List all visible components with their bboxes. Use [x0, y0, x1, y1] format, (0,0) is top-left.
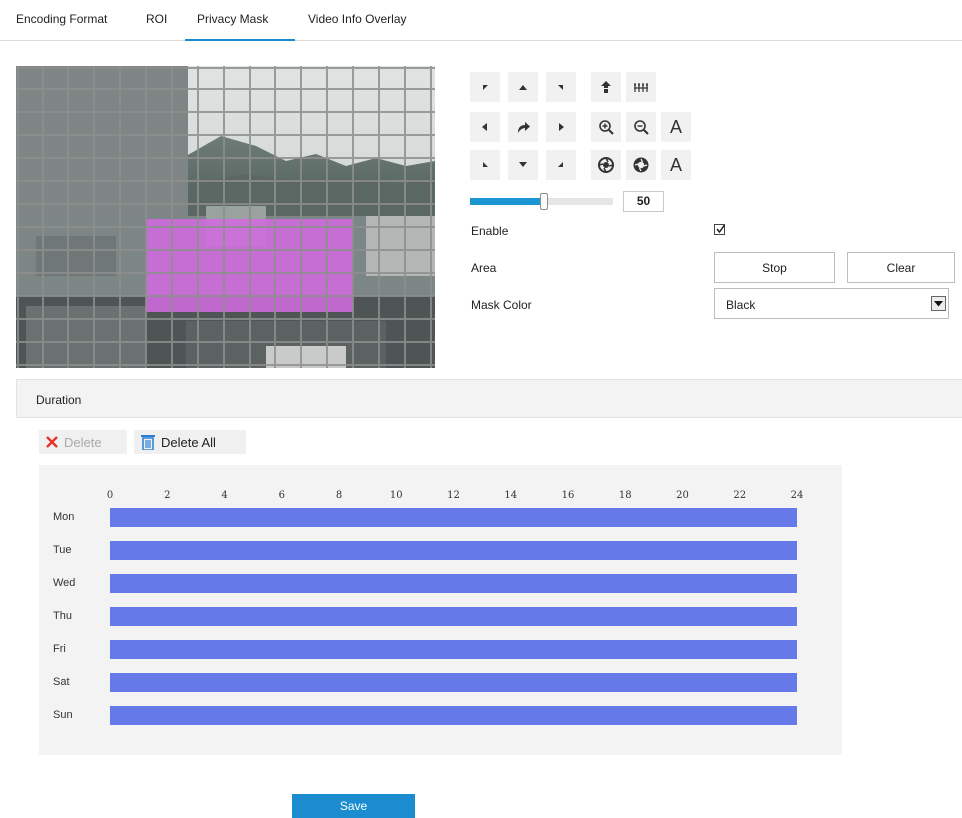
- tab-privacy-mask[interactable]: Privacy Mask: [197, 12, 268, 26]
- right-arrow-icon[interactable]: [546, 112, 576, 142]
- hour-label: 0: [106, 490, 114, 501]
- stop-button[interactable]: Stop: [714, 252, 835, 283]
- schedule-bar-mon[interactable]: [110, 508, 797, 527]
- hour-label: 18: [618, 490, 632, 501]
- auto-rotate-icon[interactable]: [508, 112, 538, 142]
- mask-color-select[interactable]: Black: [714, 288, 949, 319]
- day-label-mon: Mon: [53, 511, 75, 523]
- focus-far-icon[interactable]: [626, 72, 656, 102]
- slider-handle[interactable]: [540, 193, 549, 210]
- hour-label: 12: [447, 490, 460, 501]
- delete-label: Delete: [64, 434, 102, 450]
- save-button[interactable]: Save: [292, 794, 415, 818]
- down-arrow-icon[interactable]: [508, 150, 538, 180]
- tab-roi[interactable]: ROI: [146, 12, 167, 26]
- zoom-in-icon[interactable]: [591, 112, 621, 142]
- left-arrow-icon[interactable]: [470, 112, 500, 142]
- tab-encoding-format[interactable]: Encoding Format: [16, 12, 107, 26]
- hour-label: 8: [335, 490, 343, 501]
- tab-video-info-overlay[interactable]: Video Info Overlay: [308, 12, 407, 26]
- zoom-out-icon[interactable]: [626, 112, 656, 142]
- active-tab-indicator: [185, 39, 295, 41]
- clear-button[interactable]: Clear: [847, 252, 955, 283]
- close-icon: [46, 436, 58, 448]
- iris-open-icon[interactable]: [591, 150, 621, 180]
- schedule-bar-fri[interactable]: [110, 640, 797, 659]
- hour-label: 20: [676, 490, 689, 501]
- day-label-thu: Thu: [53, 610, 72, 622]
- hour-label: 24: [790, 490, 804, 501]
- hour-label: 14: [504, 490, 518, 501]
- trash-icon: [141, 434, 155, 450]
- tab-bar: Encoding Format ROI Privacy Mask Video I…: [0, 0, 962, 41]
- duration-title: Duration: [36, 393, 82, 407]
- down-left-arrow-icon[interactable]: [470, 150, 500, 180]
- down-right-arrow-icon[interactable]: [546, 150, 576, 180]
- enable-label: Enable: [471, 224, 509, 238]
- delete-all-label: Delete All: [161, 434, 216, 450]
- hour-label: 4: [221, 490, 228, 501]
- slider-fill: [470, 198, 541, 205]
- auto-zoom-icon[interactable]: A: [661, 112, 691, 142]
- schedule-bar-tue[interactable]: [110, 541, 797, 560]
- schedule-bar-thu[interactable]: [110, 607, 797, 626]
- schedule-bar-wed[interactable]: [110, 574, 797, 593]
- up-right-arrow-icon[interactable]: [546, 72, 576, 102]
- focus-near-icon[interactable]: [591, 72, 621, 102]
- day-label-wed: Wed: [53, 577, 76, 589]
- svg-text:A: A: [670, 118, 682, 136]
- up-arrow-icon[interactable]: [508, 72, 538, 102]
- hour-label: 2: [164, 490, 171, 501]
- day-label-fri: Fri: [53, 643, 66, 655]
- hour-label: 16: [561, 490, 575, 501]
- live-video-view[interactable]: [16, 66, 435, 368]
- chevron-down-icon[interactable]: [931, 296, 946, 311]
- area-label: Area: [471, 261, 497, 275]
- svg-text:A: A: [670, 156, 682, 174]
- day-label-sun: Sun: [53, 709, 73, 721]
- hour-label: 6: [278, 490, 285, 501]
- hour-label: 22: [733, 490, 747, 501]
- enable-checkbox[interactable]: [714, 224, 726, 235]
- mask-color-label: Mask Color: [471, 298, 532, 312]
- day-label-sat: Sat: [53, 676, 70, 688]
- schedule-timeline[interactable]: 0 2 4 6 8 10 12 14 16 18 20 22 24 Mon Tue Wed Thu Fri Sat S…: [39, 465, 842, 755]
- schedule-bar-sun[interactable]: [110, 706, 797, 725]
- ptz-speed-value[interactable]: 50: [623, 191, 664, 212]
- schedule-bar-sat[interactable]: [110, 673, 797, 692]
- day-label-tue: Tue: [53, 544, 72, 556]
- duration-section-header: Duration: [16, 379, 962, 418]
- delete-button[interactable]: Delete: [39, 430, 127, 454]
- up-left-arrow-icon[interactable]: [470, 72, 500, 102]
- auto-iris-icon[interactable]: A: [661, 150, 691, 180]
- iris-close-icon[interactable]: [626, 150, 656, 180]
- delete-all-button[interactable]: Delete All: [134, 430, 246, 454]
- hour-label: 10: [389, 490, 403, 501]
- mask-color-value: Black: [726, 298, 756, 312]
- ptz-speed-slider[interactable]: [470, 193, 613, 210]
